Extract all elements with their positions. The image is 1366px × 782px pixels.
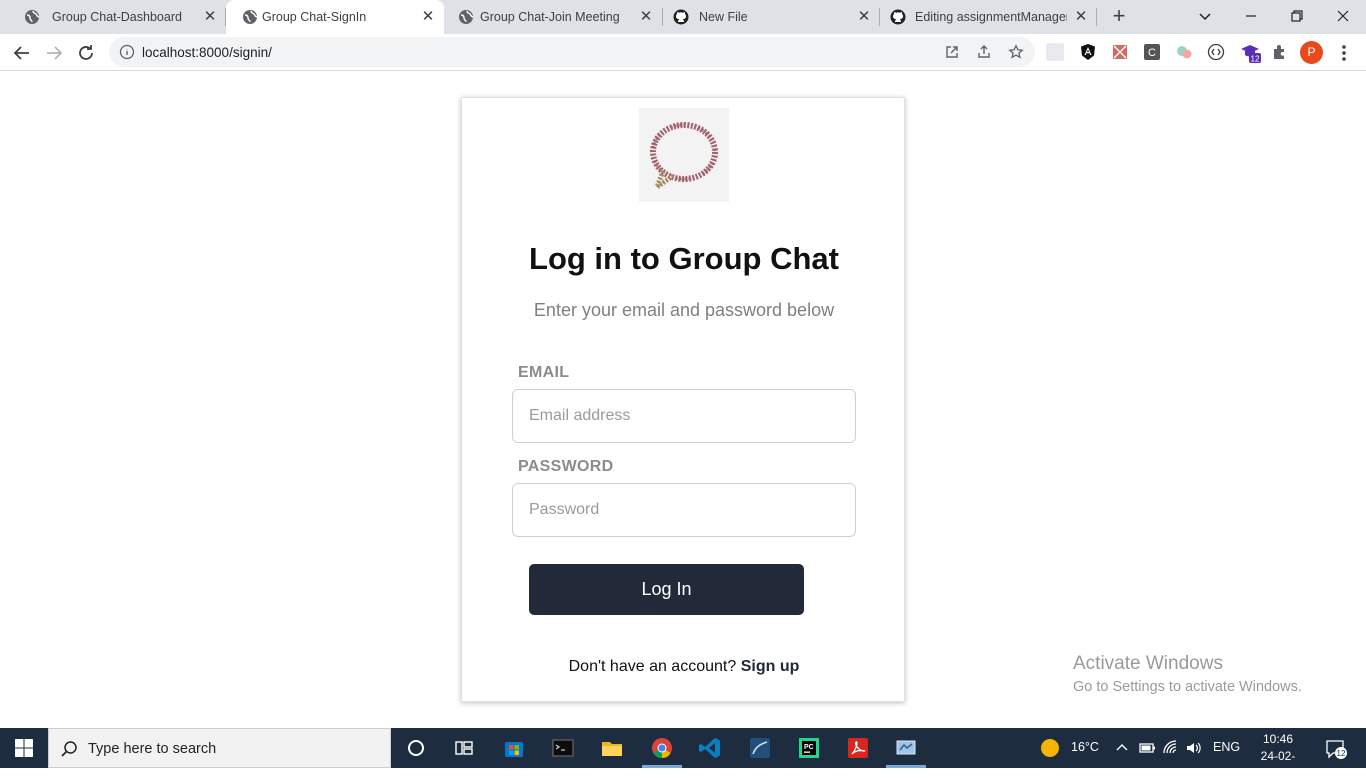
- pycharm-icon[interactable]: PC: [797, 736, 821, 760]
- clock-time: 10:46: [1262, 732, 1294, 746]
- minimize-icon[interactable]: [1239, 4, 1263, 28]
- acrobat-reader-icon[interactable]: [846, 736, 870, 760]
- globe-icon: [25, 10, 40, 24]
- bookmark-star-icon[interactable]: [1008, 44, 1024, 60]
- page-title: Log in to Group Chat: [529, 241, 839, 276]
- page-subtitle: Enter your email and password below: [533, 300, 835, 320]
- search-placeholder: Type here to search: [88, 741, 217, 757]
- activate-windows-watermark: Activate Windows Go to Settings to activ…: [1073, 653, 1302, 695]
- weather-temperature[interactable]: 16°C: [1071, 740, 1099, 780]
- kebab-menu-icon[interactable]: [1336, 41, 1352, 65]
- wifi-icon[interactable]: [1162, 739, 1180, 757]
- microsoft-store-icon[interactable]: [502, 736, 526, 760]
- close-tab-icon[interactable]: ✕: [856, 9, 872, 25]
- email-field[interactable]: [512, 389, 856, 443]
- signup-link[interactable]: Sign up: [741, 658, 800, 675]
- cortana-icon[interactable]: [404, 736, 428, 760]
- windows-start-icon[interactable]: [14, 738, 34, 758]
- chevron-up-icon[interactable]: [1114, 740, 1130, 756]
- close-tab-icon[interactable]: ✕: [420, 9, 436, 25]
- tab-title: Editing assignmentManagem: [915, 10, 1067, 24]
- close-tab-icon[interactable]: ✕: [202, 9, 218, 25]
- login-button[interactable]: Log In: [529, 564, 804, 615]
- page-content: Log in to Group Chat Enter your email an…: [0, 71, 1366, 728]
- puzzle-extensions-icon[interactable]: [1271, 43, 1289, 61]
- search-icon: [61, 741, 77, 757]
- reload-icon[interactable]: [74, 41, 98, 65]
- file-explorer-icon[interactable]: [600, 736, 624, 760]
- weather-sun-icon[interactable]: [1039, 737, 1061, 759]
- notifications-icon[interactable]: 12: [1324, 737, 1348, 761]
- tab-dashboard[interactable]: Group Chat-Dashboard ✕: [8, 0, 226, 34]
- bug-extension-icon[interactable]: [1111, 43, 1129, 61]
- windows-taskbar: Type here to search PC 16°C ENG 10:46 24…: [0, 728, 1366, 780]
- svg-text:C: C: [1148, 47, 1156, 59]
- tab-title: Group Chat-SignIn: [262, 10, 367, 24]
- tab-divider: [1096, 8, 1097, 26]
- browser-toolbar: localhost:8000/signin/ C 12 P: [0, 34, 1366, 71]
- email-label: EMAIL: [518, 364, 570, 381]
- url-text[interactable]: localhost:8000/signin/: [142, 45, 272, 60]
- tab-title: New File: [699, 10, 748, 24]
- share-icon[interactable]: [976, 44, 992, 60]
- control-panel-icon[interactable]: [894, 736, 918, 760]
- task-view-icon[interactable]: [452, 736, 476, 760]
- terminal-icon[interactable]: [551, 736, 575, 760]
- close-window-icon[interactable]: [1331, 4, 1355, 28]
- cloud-extension-icon[interactable]: [1175, 43, 1193, 61]
- profile-avatar[interactable]: P: [1300, 41, 1323, 64]
- volume-icon[interactable]: [1185, 739, 1203, 757]
- close-tab-icon[interactable]: ✕: [638, 9, 654, 25]
- chat-bubble-logo-icon: [650, 122, 718, 194]
- signup-prompt-text: Don't have an account?: [568, 658, 737, 675]
- watermark-title: Activate Windows: [1073, 653, 1223, 674]
- new-tab-button[interactable]: +: [1108, 5, 1130, 28]
- tab-search-icon[interactable]: [1193, 4, 1217, 28]
- language-indicator[interactable]: ENG: [1213, 740, 1240, 780]
- address-bar[interactable]: localhost:8000/signin/: [109, 37, 1035, 67]
- password-field[interactable]: [512, 483, 856, 537]
- battery-icon[interactable]: [1138, 739, 1156, 757]
- restore-icon[interactable]: [1285, 4, 1309, 28]
- close-tab-icon[interactable]: ✕: [1073, 9, 1089, 25]
- code-extension-icon[interactable]: [1207, 43, 1225, 61]
- back-arrow-icon[interactable]: [10, 41, 34, 65]
- system-clock[interactable]: 10:46 24-02-2022: [1252, 731, 1304, 782]
- graduation-cap-extension-icon[interactable]: 12: [1239, 41, 1261, 63]
- chrome-icon[interactable]: [650, 736, 674, 760]
- info-icon[interactable]: [119, 44, 135, 60]
- github-icon: [890, 9, 906, 25]
- notification-count: 12: [1337, 749, 1346, 758]
- group-chat-logo: [639, 108, 729, 202]
- tab-strip: Group Chat-Dashboard ✕ Group Chat-SignIn…: [0, 0, 1366, 34]
- tab-title: Group Chat-Join Meeting: [480, 10, 620, 24]
- tab-title: Group Chat-Dashboard: [52, 10, 182, 24]
- c-extension-icon[interactable]: C: [1143, 43, 1161, 61]
- forward-arrow-icon[interactable]: [42, 41, 66, 65]
- extension-blank-icon[interactable]: [1046, 43, 1064, 61]
- svg-text:PC: PC: [804, 744, 814, 751]
- github-icon: [673, 9, 689, 25]
- vscode-icon[interactable]: [698, 736, 722, 760]
- watermark-subtitle: Go to Settings to activate Windows.: [1073, 679, 1302, 695]
- globe-icon: [459, 10, 474, 24]
- tab-new-file[interactable]: New File ✕: [663, 0, 879, 34]
- mysql-workbench-icon[interactable]: [748, 736, 772, 760]
- open-in-app-icon[interactable]: [944, 44, 960, 60]
- tab-editing[interactable]: Editing assignmentManagem ✕: [880, 0, 1096, 34]
- taskbar-search[interactable]: Type here to search: [48, 728, 391, 768]
- clock-date: 24-02-2022: [1260, 749, 1296, 780]
- extension-badge: 12: [1251, 55, 1260, 64]
- angular-extension-icon[interactable]: [1079, 43, 1097, 61]
- tab-signin[interactable]: Group Chat-SignIn ✕: [226, 0, 444, 34]
- globe-icon: [243, 10, 258, 24]
- login-card: Log in to Group Chat Enter your email an…: [461, 97, 905, 702]
- password-label: PASSWORD: [518, 458, 614, 475]
- tab-join-meeting[interactable]: Group Chat-Join Meeting ✕: [446, 0, 662, 34]
- signup-prompt-line: Don't have an account? Sign up: [462, 658, 906, 676]
